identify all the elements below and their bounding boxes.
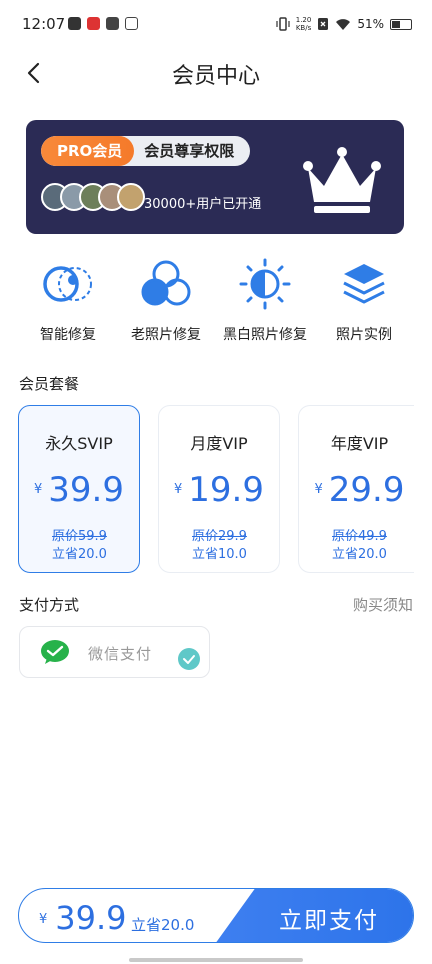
old-photo-repair-icon [141, 260, 191, 306]
plans-section-title: 会员套餐 [19, 375, 80, 393]
plan-savings: 立省20.0 [52, 547, 107, 562]
home-indicator[interactable] [129, 958, 303, 962]
pay-now-button[interactable]: 立即支付 [215, 889, 413, 942]
privilege-label: 会员尊享权限 [144, 142, 235, 160]
plan-original-price: 原价59.9 [52, 529, 107, 544]
notification-icons [68, 17, 138, 30]
feature-label: 黑白照片修复 [223, 327, 307, 343]
navigation-bar: 会员中心 [0, 50, 432, 96]
avatar [117, 183, 145, 211]
pro-badge: PRO会员 [41, 136, 135, 166]
payment-option-wechat[interactable]: 微信支付 [19, 626, 210, 678]
payment-method-label: 微信支付 [88, 645, 153, 663]
member-avatars [41, 183, 145, 211]
plan-price: ¥39.9 [34, 470, 124, 510]
plan-savings: 立省10.0 [192, 547, 247, 562]
page-title: 会员中心 [171, 64, 260, 89]
wechat-pay-icon [41, 640, 69, 664]
plan-original-price: 原价49.9 [332, 529, 387, 544]
plan-card-monthly-vip[interactable]: 月度VIP ¥19.9 原价29.9 立省10.0 [158, 405, 280, 573]
plan-name: 年度VIP [330, 434, 389, 453]
pay-now-label: 立即支付 [279, 908, 379, 934]
feature-label: 智能修复 [40, 327, 96, 343]
status-time: 12:07 [22, 15, 66, 33]
wifi-icon [336, 18, 351, 30]
feature-old-photo-repair[interactable]: 老照片修复 [116, 258, 216, 344]
battery-level: 51% [357, 17, 384, 31]
photo-examples-icon [343, 264, 385, 304]
checkout-price: ¥39.9 [39, 899, 127, 937]
app-notification-icon [87, 17, 100, 30]
net-speed: 1.20 KB/s [295, 16, 312, 32]
app-notification-icon [106, 17, 119, 30]
plan-name: 月度VIP [190, 434, 248, 453]
status-bar: 12:07 1.20 KB/s 51% [0, 0, 432, 50]
feature-label: 老照片修复 [131, 327, 201, 343]
crown-icon [303, 147, 381, 213]
vip-banner: PRO会员 会员尊享权限 30000+用户已开通 [26, 120, 404, 234]
selected-check-icon [178, 648, 200, 670]
app-notification-icon [68, 17, 81, 30]
feature-photo-examples[interactable]: 照片实例 [314, 258, 414, 344]
plan-price: ¥29.9 [314, 470, 405, 510]
plan-price: ¥19.9 [174, 470, 264, 510]
feature-smart-repair[interactable]: 智能修复 [18, 258, 118, 344]
plan-name: 永久SVIP [45, 434, 113, 453]
feature-label: 照片实例 [336, 327, 392, 343]
membership-pill: PRO会员 会员尊享权限 [41, 136, 251, 166]
plan-savings: 立省20.0 [332, 547, 387, 562]
feature-bw-photo-repair[interactable]: 黑白照片修复 [215, 258, 315, 344]
payment-section-title: 支付方式 [19, 596, 80, 614]
feature-grid: 智能修复 老照片修复 黑白照片修复 照片实例 [0, 258, 432, 348]
vibrate-icon [276, 17, 290, 31]
battery-icon [390, 18, 412, 30]
app-notification-icon [125, 17, 138, 30]
member-count: 30000+用户已开通 [144, 197, 262, 212]
bw-photo-repair-icon [239, 258, 291, 310]
checkout-bar: ¥39.9 立省20.0 立即支付 [18, 888, 414, 943]
plan-card-yearly-vip[interactable]: 年度VIP ¥29.9 原价49.9 立省20.0 [298, 405, 414, 573]
purchase-notice-link[interactable]: 购买须知 [353, 594, 413, 615]
smart-repair-icon [43, 266, 92, 302]
plan-original-price: 原价29.9 [192, 529, 247, 544]
sim-icon [318, 18, 329, 30]
plan-card-permanent-svip[interactable]: 永久SVIP ¥39.9 原价59.9 立省20.0 [18, 405, 140, 573]
checkout-savings: 立省20.0 [131, 916, 195, 934]
